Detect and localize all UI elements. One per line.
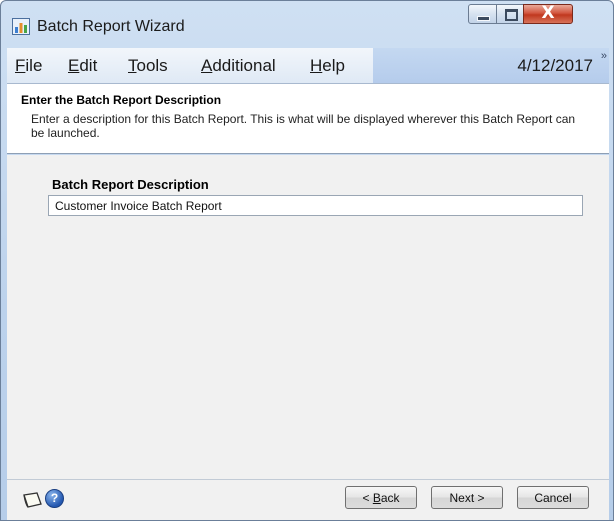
cancel-button[interactable]: Cancel (517, 486, 589, 509)
menu-additional[interactable]: Additional (201, 56, 276, 76)
minimize-button[interactable] (468, 4, 497, 24)
note-icon[interactable] (21, 491, 43, 509)
user-date[interactable]: 4/12/2017 (517, 56, 593, 76)
batch-report-description-label: Batch Report Description (52, 177, 209, 192)
close-button[interactable]: X (523, 3, 573, 24)
batch-report-wizard-window: Batch Report Wizard X File Edit Tools Ad… (0, 0, 614, 521)
back-button[interactable]: < Back (345, 486, 417, 509)
menu-tools[interactable]: Tools (128, 56, 168, 76)
step-description: Enter a description for this Batch Repor… (31, 112, 576, 140)
window-title: Batch Report Wizard (37, 18, 185, 35)
menu-help[interactable]: Help (310, 56, 345, 76)
help-icon[interactable]: ? (45, 489, 64, 508)
batch-report-description-input[interactable] (48, 195, 583, 216)
report-icon (12, 18, 30, 35)
next-button[interactable]: Next > (431, 486, 503, 509)
wizard-footer: ? < Back Next > Cancel (7, 480, 609, 520)
menu-file[interactable]: File (15, 56, 42, 76)
close-icon: X (541, 3, 555, 23)
wizard-content: Batch Report Description (7, 155, 609, 480)
maximize-button[interactable] (496, 4, 524, 24)
overflow-chevron-icon[interactable]: » (601, 50, 607, 62)
step-title: Enter the Batch Report Description (21, 93, 222, 107)
menu-edit[interactable]: Edit (68, 56, 97, 76)
instruction-banner: Enter the Batch Report Description Enter… (7, 84, 609, 154)
menu-bar: File Edit Tools Additional Help 4/12/201… (7, 48, 609, 84)
title-bar[interactable]: Batch Report Wizard X (1, 1, 613, 48)
